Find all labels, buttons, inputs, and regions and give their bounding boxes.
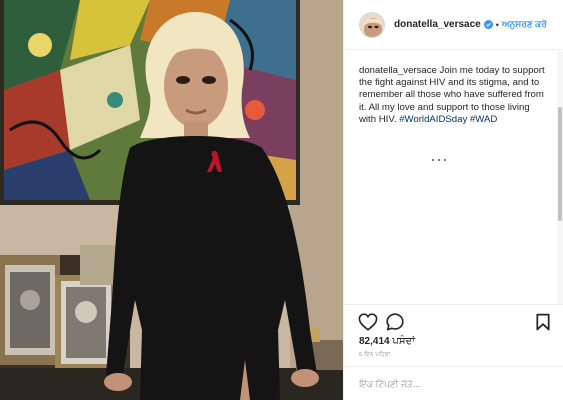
post-caption: donatella_versace Join me today to suppo… — [359, 65, 548, 126]
scrollbar-thumb[interactable] — [558, 107, 562, 221]
post-photo[interactable] — [0, 0, 343, 400]
loading-dots-icon — [432, 159, 446, 161]
likes-label: ਪਸੰਦਾਂ — [392, 336, 415, 347]
comments-section: donatella_versace Join me today to suppo… — [344, 51, 563, 304]
actions-bar — [344, 304, 563, 331]
follow-button[interactable]: ਅਨੁਸਰਣ ਕਰੋ — [502, 19, 547, 30]
post-details-panel: donatella_versace • ਅਨੁਸਰਣ ਕਰੋ donatella… — [343, 0, 563, 400]
avatar-image — [360, 12, 384, 37]
avatar[interactable] — [359, 11, 385, 38]
like-button[interactable] — [358, 313, 378, 331]
bookmark-icon — [536, 313, 550, 331]
add-comment-bar — [344, 366, 563, 400]
heart-icon — [358, 313, 378, 331]
action-buttons — [358, 313, 554, 333]
caption-username[interactable]: donatella_versace — [359, 65, 437, 76]
verified-badge-icon — [483, 20, 493, 29]
post-header: donatella_versace • ਅਨੁਸਰਣ ਕਰੋ — [344, 0, 563, 50]
username-link[interactable]: donatella_versace — [394, 19, 481, 30]
hashtag-link[interactable]: #WAD — [470, 114, 497, 125]
comments-scrollbar[interactable] — [557, 51, 563, 304]
save-button[interactable] — [536, 313, 550, 331]
comment-bubble-icon — [386, 313, 404, 331]
separator-dot: • — [495, 19, 499, 30]
hashtag-link[interactable]: #WorldAIDSday — [399, 114, 467, 125]
comment-input[interactable] — [359, 375, 549, 393]
post-timestamp[interactable]: 6 ਦਿਨ ਪਹਿਲਾਂ — [359, 352, 390, 359]
comment-button[interactable] — [386, 313, 404, 331]
likes-count[interactable]: 82,414 ਪਸੰਦਾਂ — [359, 336, 415, 347]
likes-number: 82,414 — [359, 336, 390, 347]
post-photo-illustration — [0, 0, 343, 400]
